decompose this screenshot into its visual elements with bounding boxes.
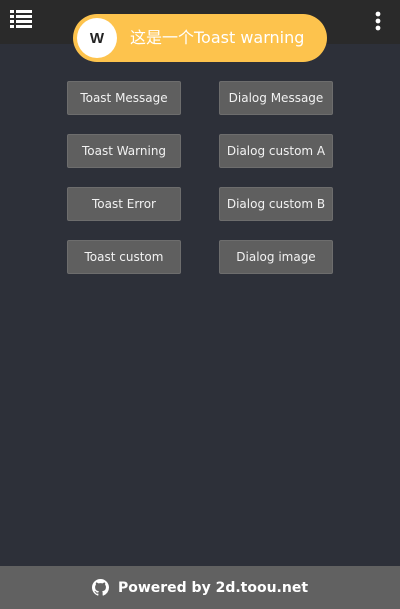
footer-label: Powered by 2d.toou.net — [117, 579, 309, 596]
more-options-button[interactable] — [372, 11, 384, 31]
dialog-image-button[interactable]: Dialog image — [219, 240, 333, 274]
toast-warning-button[interactable]: Toast Warning — [67, 134, 181, 168]
list-menu-button[interactable] — [10, 10, 32, 28]
app-screen: Toast Message Dialog Message Toast Warni… — [0, 0, 400, 609]
toast-message-button[interactable]: Toast Message — [67, 81, 181, 115]
list-icon — [10, 10, 32, 28]
powered-by-link[interactable]: Powered by 2d.toou.net — [91, 579, 309, 596]
warning-toast: W 这是一个Toast warning — [73, 14, 327, 62]
dialog-message-button[interactable]: Dialog Message — [219, 81, 333, 115]
toast-error-button[interactable]: Toast Error — [67, 187, 181, 221]
github-icon — [91, 579, 109, 596]
vertical-dots-icon — [375, 11, 381, 31]
footer: Powered by 2d.toou.net — [0, 566, 400, 609]
toast-badge: W — [77, 18, 117, 58]
dialog-custom-a-button[interactable]: Dialog custom A — [219, 134, 333, 168]
toast-custom-button[interactable]: Toast custom — [67, 240, 181, 274]
toast-message: 这是一个Toast warning — [130, 28, 305, 47]
dialog-custom-b-button[interactable]: Dialog custom B — [219, 187, 333, 221]
